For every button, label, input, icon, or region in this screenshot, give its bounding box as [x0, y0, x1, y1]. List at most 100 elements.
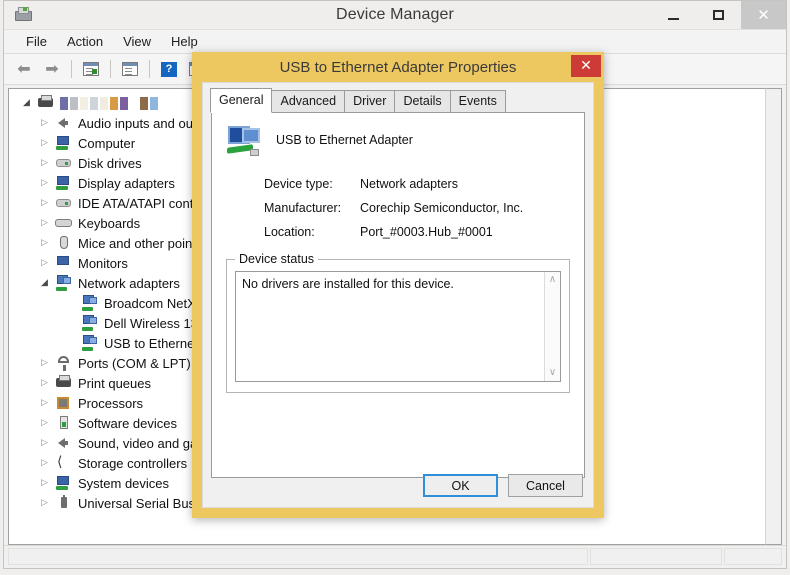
manufacturer-value: Corechip Semiconductor, Inc. — [360, 201, 524, 215]
properties-icon — [83, 62, 99, 76]
expand-triangle-icon[interactable]: ▷ — [41, 418, 55, 428]
device-manager-icon — [13, 6, 33, 24]
tree-item-label: Display adapters — [78, 175, 175, 191]
properties-button[interactable] — [78, 57, 104, 81]
disk-icon — [55, 155, 73, 171]
location-value: Port_#0003.Hub_#0001 — [360, 225, 493, 239]
network-adapter-icon — [226, 125, 264, 159]
expand-triangle-icon[interactable]: ▷ — [41, 198, 55, 208]
toolbar-separator — [71, 60, 72, 78]
speaker-icon — [55, 115, 73, 131]
tree-item-label: Print queues — [78, 375, 151, 391]
network-icon — [81, 295, 99, 311]
device-type-label: Device type: — [264, 177, 333, 191]
processor-icon — [55, 395, 73, 411]
device-status-label: Device status — [235, 252, 319, 266]
forward-button[interactable]: ➡ — [39, 57, 65, 81]
maximize-button[interactable] — [696, 1, 741, 29]
expand-triangle-icon[interactable]: ▷ — [41, 238, 55, 248]
computer-icon — [37, 95, 55, 111]
collapse-triangle-icon[interactable]: ◢ — [41, 278, 55, 288]
property-row: Device type: Network adapters — [264, 177, 584, 191]
tab-events[interactable]: Events — [449, 90, 506, 112]
tree-item-label: Processors — [78, 395, 144, 411]
computer-icon — [55, 135, 73, 151]
expand-triangle-icon[interactable]: ▷ — [41, 478, 55, 488]
network-icon — [81, 335, 99, 351]
tab-advanced[interactable]: Advanced — [271, 90, 346, 112]
software-icon — [55, 415, 73, 431]
tree-item-label: Keyboards — [78, 215, 141, 231]
device-status-scrollbar[interactable]: ∧ ∨ — [544, 272, 560, 381]
device-header: USB to Ethernet Adapter — [212, 113, 584, 159]
scroll-down-icon[interactable]: ∨ — [549, 368, 556, 378]
menu-view[interactable]: View — [113, 32, 161, 51]
scroll-up-icon[interactable]: ∧ — [549, 275, 556, 285]
tab-driver[interactable]: Driver — [344, 90, 396, 112]
tree-item-label: Disk drives — [78, 155, 142, 171]
speaker-icon — [55, 435, 73, 451]
help-button[interactable]: ? — [156, 57, 182, 81]
tab-general[interactable]: General — [210, 88, 273, 113]
tree-scrollbar[interactable] — [765, 88, 782, 545]
minimize-icon — [668, 17, 679, 20]
expand-triangle-icon[interactable]: ▷ — [41, 398, 55, 408]
storage-icon: ⟨ — [57, 454, 63, 470]
device-properties: Device type: Network adapters Manufactur… — [264, 177, 584, 239]
expand-triangle-icon[interactable]: ▷ — [41, 178, 55, 188]
tab-strip: General Advanced Driver Details Events — [203, 88, 593, 113]
menu-help[interactable]: Help — [161, 32, 208, 51]
device-name: USB to Ethernet Adapter — [276, 133, 413, 147]
tree-item-label: Computer — [78, 135, 136, 151]
expand-triangle-icon[interactable]: ▷ — [41, 158, 55, 168]
keyboard-icon — [55, 215, 73, 231]
expand-triangle-icon[interactable]: ▷ — [41, 258, 55, 268]
title-bar: Device Manager ✕ — [4, 1, 786, 29]
back-button[interactable]: ⬅ — [11, 57, 37, 81]
dialog-title: USB to Ethernet Adapter Properties — [279, 58, 517, 76]
usb-icon — [55, 495, 73, 511]
menu-action[interactable]: Action — [57, 32, 113, 51]
device-status-box[interactable]: No drivers are installed for this device… — [235, 271, 561, 382]
menu-file[interactable]: File — [16, 32, 57, 51]
forward-arrow-icon: ➡ — [45, 59, 59, 78]
cancel-button[interactable]: Cancel — [508, 474, 583, 497]
menu-bar: File Action View Help — [4, 29, 786, 54]
status-cell-secondary — [590, 548, 722, 565]
expand-triangle-icon[interactable]: ▷ — [41, 498, 55, 508]
collapse-triangle-icon[interactable]: ◢ — [23, 98, 37, 108]
tree-item-label: Ports (COM & LPT) — [78, 355, 191, 371]
expand-triangle-icon[interactable]: ▷ — [41, 358, 55, 368]
close-icon: ✕ — [757, 5, 770, 24]
close-icon: ✕ — [580, 58, 592, 74]
expand-triangle-icon[interactable]: ▷ — [41, 118, 55, 128]
tree-item-label: Network adapters — [78, 275, 180, 291]
ide-icon — [55, 195, 73, 211]
network-icon — [55, 275, 73, 291]
manufacturer-label: Manufacturer: — [264, 201, 342, 215]
property-row: Location: Port_#0003.Hub_#0001 — [264, 225, 584, 239]
update-driver-icon — [122, 62, 138, 76]
expand-triangle-icon[interactable]: ▷ — [41, 458, 55, 468]
mouse-icon — [55, 235, 73, 251]
tab-details[interactable]: Details — [394, 90, 451, 112]
device-status-text: No drivers are installed for this device… — [242, 277, 454, 291]
screen: Device Manager ✕ File Action View Help ⬅… — [0, 0, 790, 575]
dialog-body: General Advanced Driver Details Events U… — [202, 82, 594, 508]
device-type-value: Network adapters — [360, 177, 458, 191]
dialog-title-bar: USB to Ethernet Adapter Properties ✕ — [192, 52, 604, 82]
close-button[interactable]: ✕ — [741, 1, 786, 29]
minimize-button[interactable] — [651, 1, 696, 29]
ok-button[interactable]: OK — [423, 474, 498, 497]
tree-item-label: Software devices — [78, 415, 177, 431]
expand-triangle-icon[interactable]: ▷ — [41, 138, 55, 148]
display-icon — [55, 175, 73, 191]
update-driver-button[interactable] — [117, 57, 143, 81]
expand-triangle-icon[interactable]: ▷ — [41, 438, 55, 448]
help-icon: ? — [161, 61, 177, 77]
expand-triangle-icon[interactable]: ▷ — [41, 378, 55, 388]
dialog-close-button[interactable]: ✕ — [571, 55, 601, 77]
tree-item-label: System devices — [78, 475, 170, 491]
expand-triangle-icon[interactable]: ▷ — [41, 218, 55, 228]
monitor-icon — [55, 255, 73, 271]
